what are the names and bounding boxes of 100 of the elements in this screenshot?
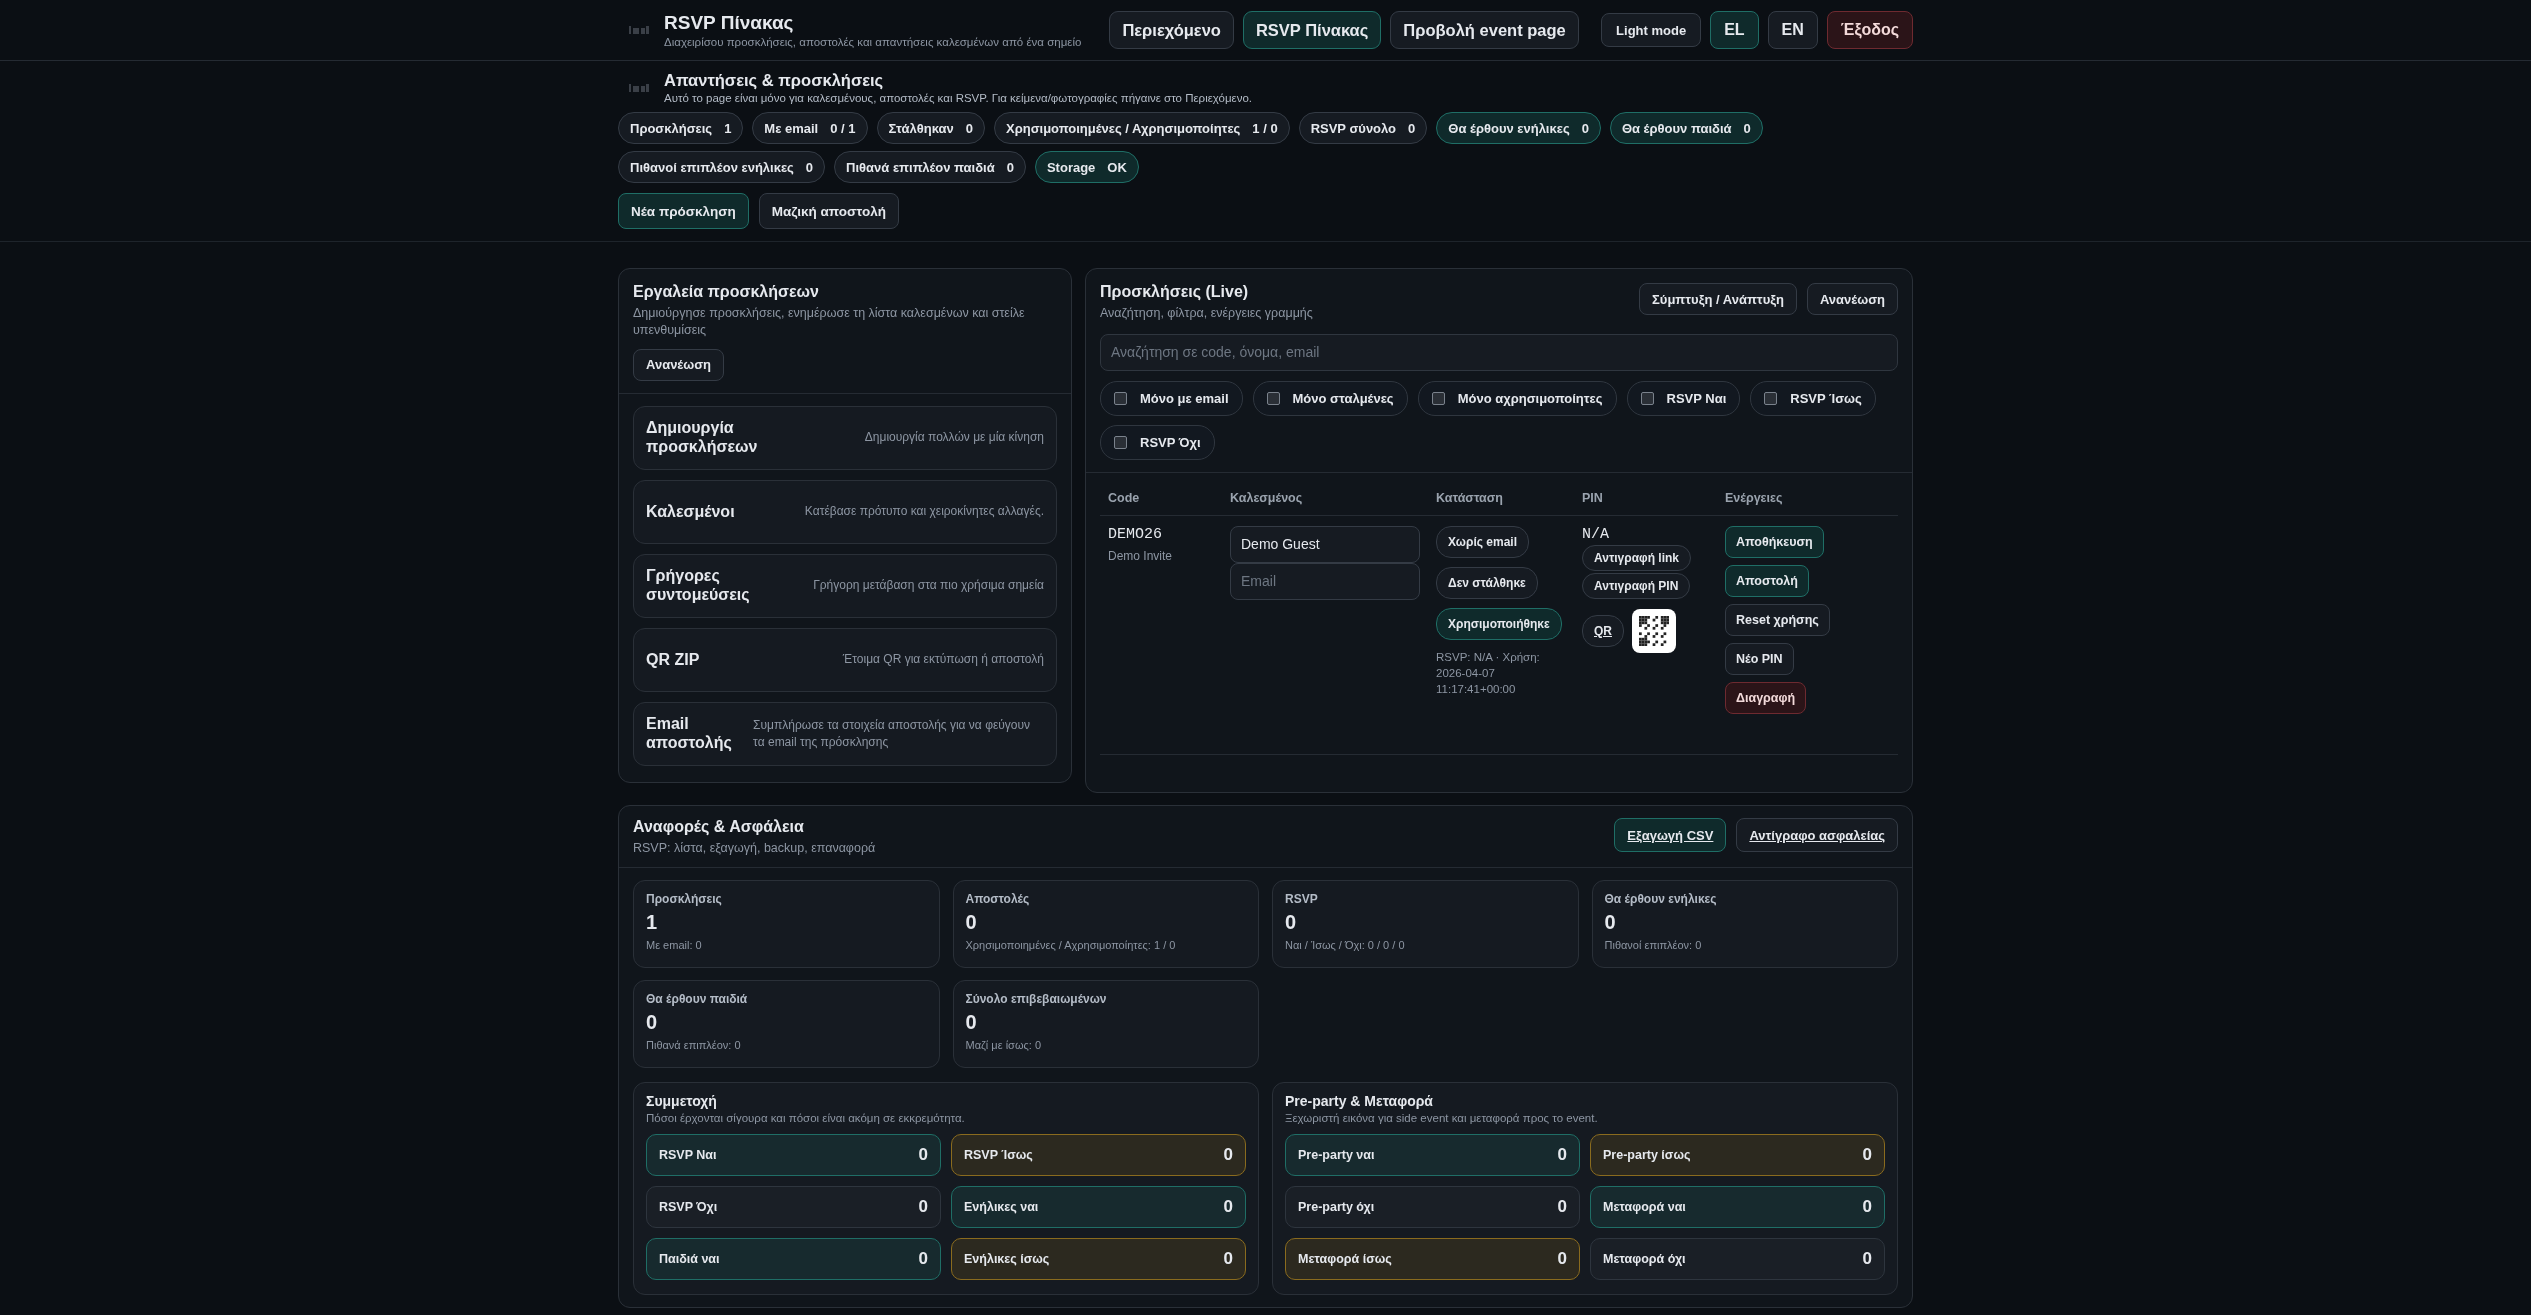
- search-field[interactable]: Αναζήτηση σε code, όνομα, email: [1100, 333, 1898, 371]
- checkbox[interactable]: [1266, 391, 1280, 405]
- chip-label: Storage: [1046, 159, 1096, 175]
- tile-value: 0: [918, 1196, 928, 1217]
- filter-toggle[interactable]: Μόνο σταλμένες: [1252, 380, 1408, 416]
- stat-value: 0: [965, 910, 978, 934]
- copy-button[interactable]: Αντιγραφή link: [1582, 544, 1691, 571]
- nav-tab[interactable]: Προβολή event page: [1390, 11, 1579, 49]
- section-subtitle: Αυτό το page είναι μόνο για καλεσμένους, αποστολές και RSVP. Για κείμενα/φωτογραφίες πήγαινε στο Περιεχόμενο.: [664, 92, 1253, 104]
- tool-description: Συμπλήρωσε τα στοιχεία αποστολής για να φεύγουν τα email της πρόσκλησης: [753, 716, 1032, 751]
- chip-label: Προσκλήσεις: [630, 120, 713, 136]
- report-link[interactable]: Εξαγωγή CSV: [1614, 818, 1727, 852]
- checkbox[interactable]: [1431, 391, 1445, 405]
- row-action-button[interactable]: Reset χρήσης: [1725, 603, 1830, 636]
- tool-card[interactable]: QR ZIP Έτοιμα QR για εκτύπωση ή αποστολή: [633, 627, 1057, 692]
- tile-value: 0: [1862, 1196, 1872, 1217]
- group-title: Συμμετοχή: [646, 1092, 718, 1109]
- tool-description: Γρήγορη μετάβαση στα πιο χρήσιμα σημεία: [813, 577, 1044, 595]
- tool-card[interactable]: Δημιουργία προσκλήσεων Δημιουργία πολλών με μία κίνηση: [633, 405, 1057, 470]
- app-subtitle: Διαχειρίσου προσκλήσεις, αποστολές και απαντήσεις καλεσμένων από ένα σημείο: [664, 36, 1082, 48]
- row-action-button[interactable]: Αποστολή: [1725, 564, 1809, 597]
- refresh-button[interactable]: Ανανέωση: [633, 348, 725, 381]
- nav-tab[interactable]: Περιεχόμενο: [1109, 11, 1234, 49]
- invite-name: Demo Invite: [1108, 548, 1174, 563]
- tile-value: 0: [918, 1144, 928, 1165]
- tile-label: Μεταφορά ίσως: [1298, 1251, 1392, 1266]
- filter-toggle[interactable]: RSVP Ίσως: [1750, 380, 1876, 416]
- pin-value: N/A: [1582, 525, 1609, 543]
- panel-button[interactable]: Σύμπτυξη / Ανάπτυξη: [1639, 283, 1797, 315]
- guest-name-field[interactable]: Demo Guest: [1230, 525, 1420, 563]
- tool-title: QR ZIP: [646, 650, 700, 669]
- tile-value: 0: [918, 1248, 928, 1269]
- stat-value: 1: [646, 910, 659, 934]
- tool-title: Γρήγορες συντομεύσεις: [646, 567, 751, 605]
- filter-label: Μόνο αχρησιμοποίητες: [1457, 390, 1603, 406]
- chip-value: 0: [1743, 120, 1751, 136]
- filter-label: Μόνο σταλμένες: [1292, 390, 1394, 406]
- filter-toggle[interactable]: RSVP Ναι: [1626, 380, 1741, 416]
- chip-value: 0: [1581, 120, 1589, 136]
- filter-toggle[interactable]: Μόνο με email: [1100, 380, 1243, 416]
- column-header: Code: [1108, 490, 1141, 505]
- chip-value: 1 / 0: [1252, 120, 1278, 136]
- chip-value: 1: [724, 120, 732, 136]
- filter-label: RSVP Ίσως: [1790, 390, 1862, 406]
- chip-value: 0: [1408, 120, 1416, 136]
- qr-link[interactable]: QR: [1582, 614, 1624, 647]
- tile-label: Μεταφορά ναι: [1603, 1199, 1686, 1214]
- checkbox[interactable]: [1114, 391, 1127, 405]
- tool-title: Email αποστολής: [646, 715, 733, 753]
- qr-code[interactable]: [1632, 608, 1676, 653]
- action-button[interactable]: Μαζική αποστολή: [758, 193, 899, 229]
- panel-button[interactable]: Ανανέωση: [1806, 283, 1898, 315]
- report-link[interactable]: Αντίγραφο ασφαλείας: [1736, 818, 1898, 852]
- panel-subtitle: RSVP: λίστα, εξαγωγή, backup, επαναφορά: [633, 840, 876, 857]
- filter-label: RSVP Όχι: [1140, 434, 1201, 450]
- chip-value: 0: [965, 120, 973, 136]
- language-button[interactable]: EN: [1767, 11, 1818, 49]
- group-subtitle: Ξεχωριστή εικόνα για side event και μεταφορά προς το event.: [1285, 1111, 1599, 1124]
- checkbox[interactable]: [1114, 435, 1127, 449]
- logout-button[interactable]: Έξοδος: [1826, 11, 1913, 49]
- tile-label: Μεταφορά όχι: [1603, 1251, 1686, 1266]
- row-action-button[interactable]: Αποθήκευση: [1725, 525, 1824, 558]
- copy-button[interactable]: Αντιγραφή PIN: [1582, 572, 1691, 599]
- group-subtitle: Πόσοι έρχονται σίγουρα και πόσοι είναι ακόμη σε εκκρεμότητα.: [646, 1111, 966, 1124]
- tool-card[interactable]: Email αποστολής Συμπλήρωσε τα στοιχεία αποστολής για να φεύγουν τα email της πρόσκλησης: [633, 701, 1057, 766]
- chip-label: Στάλθηκαν: [888, 120, 954, 136]
- group-title: Pre-party & Μεταφορά: [1285, 1092, 1434, 1109]
- tool-title: Καλεσμένοι: [646, 502, 735, 521]
- column-header: Ενέργειες: [1725, 490, 1784, 505]
- section-title: Απαντήσεις & προσκλήσεις: [664, 71, 885, 90]
- stat-note: Χρησιμοποιημένες / Αχρησιμοποίητες: 1 / 0: [965, 938, 1177, 951]
- stat-note: Με email: 0: [646, 938, 703, 951]
- chip-label: Πιθανοί επιπλέον ενήλικες: [630, 159, 794, 175]
- tool-card[interactable]: Γρήγορες συντομεύσεις Γρήγορη μετάβαση στα πιο χρήσιμα σημεία: [633, 553, 1057, 618]
- stat-label: Σύνολο επιβεβαιωμένων: [965, 991, 1108, 1006]
- panel-title: Εργαλεία προσκλήσεων: [633, 283, 820, 301]
- stat-label: Αποστολές: [965, 891, 1031, 906]
- tool-card[interactable]: Καλεσμένοι Κατέβασε πρότυπο και χειροκίνητες αλλαγές.: [633, 479, 1057, 544]
- logo-icon: [628, 24, 650, 36]
- status-badge: Χωρίς email: [1436, 525, 1529, 558]
- tool-title: Δημιουργία προσκλήσεων: [646, 419, 759, 457]
- tile-value: 0: [1223, 1144, 1233, 1165]
- chip-value: 0 / 1: [830, 120, 856, 136]
- tile-value: 0: [1557, 1248, 1567, 1269]
- tile-label: Pre-party ίσως: [1603, 1147, 1691, 1162]
- tile-label: RSVP Όχι: [659, 1199, 718, 1214]
- language-button[interactable]: EL: [1710, 11, 1759, 49]
- row-action-button[interactable]: Διαγραφή: [1725, 681, 1807, 714]
- filter-label: Μόνο με email: [1140, 390, 1229, 406]
- filter-toggle[interactable]: RSVP Όχι: [1100, 424, 1215, 460]
- action-button[interactable]: Νέα πρόσκληση: [618, 193, 749, 229]
- nav-tab[interactable]: RSVP Πίνακας: [1242, 11, 1382, 49]
- chip-label: Με email: [764, 120, 819, 136]
- row-action-button[interactable]: Νέο PIN: [1725, 642, 1794, 675]
- tile-value: 0: [1862, 1248, 1872, 1269]
- filter-toggle[interactable]: Μόνο αχρησιμοποίητες: [1417, 380, 1617, 416]
- theme-button[interactable]: Light mode: [1601, 13, 1702, 47]
- email-field[interactable]: Email: [1230, 562, 1420, 600]
- checkbox[interactable]: [1764, 391, 1778, 405]
- checkbox[interactable]: [1640, 391, 1654, 405]
